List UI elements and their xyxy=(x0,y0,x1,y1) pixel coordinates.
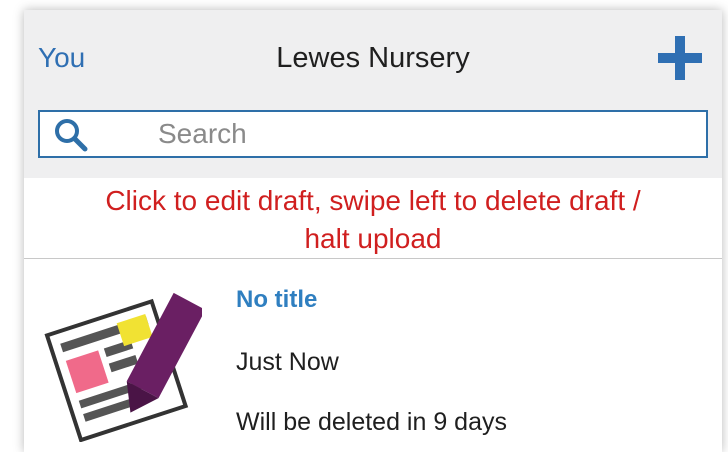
draft-document-icon xyxy=(44,292,202,442)
page-title: Lewes Nursery xyxy=(276,42,470,74)
divider xyxy=(24,258,722,259)
plus-icon[interactable] xyxy=(658,36,702,80)
search-icon xyxy=(55,119,88,152)
instruction-text: Click to edit draft, swipe left to delet… xyxy=(24,182,722,258)
instruction-line-1: Click to edit draft, swipe left to delet… xyxy=(105,185,641,216)
list-item[interactable]: No title Just Now Will be deleted in 9 d… xyxy=(24,260,722,452)
search-bar[interactable] xyxy=(38,110,708,158)
draft-title: No title xyxy=(236,286,318,313)
search-input[interactable] xyxy=(158,118,678,150)
instruction-line-2: halt upload xyxy=(304,223,442,254)
draft-expiry: Will be deleted in 9 days xyxy=(236,408,507,436)
app-window: You Lewes Nursery Click to edit draft, s… xyxy=(24,10,722,452)
header: You Lewes Nursery xyxy=(24,10,722,178)
draft-timestamp: Just Now xyxy=(236,348,339,376)
